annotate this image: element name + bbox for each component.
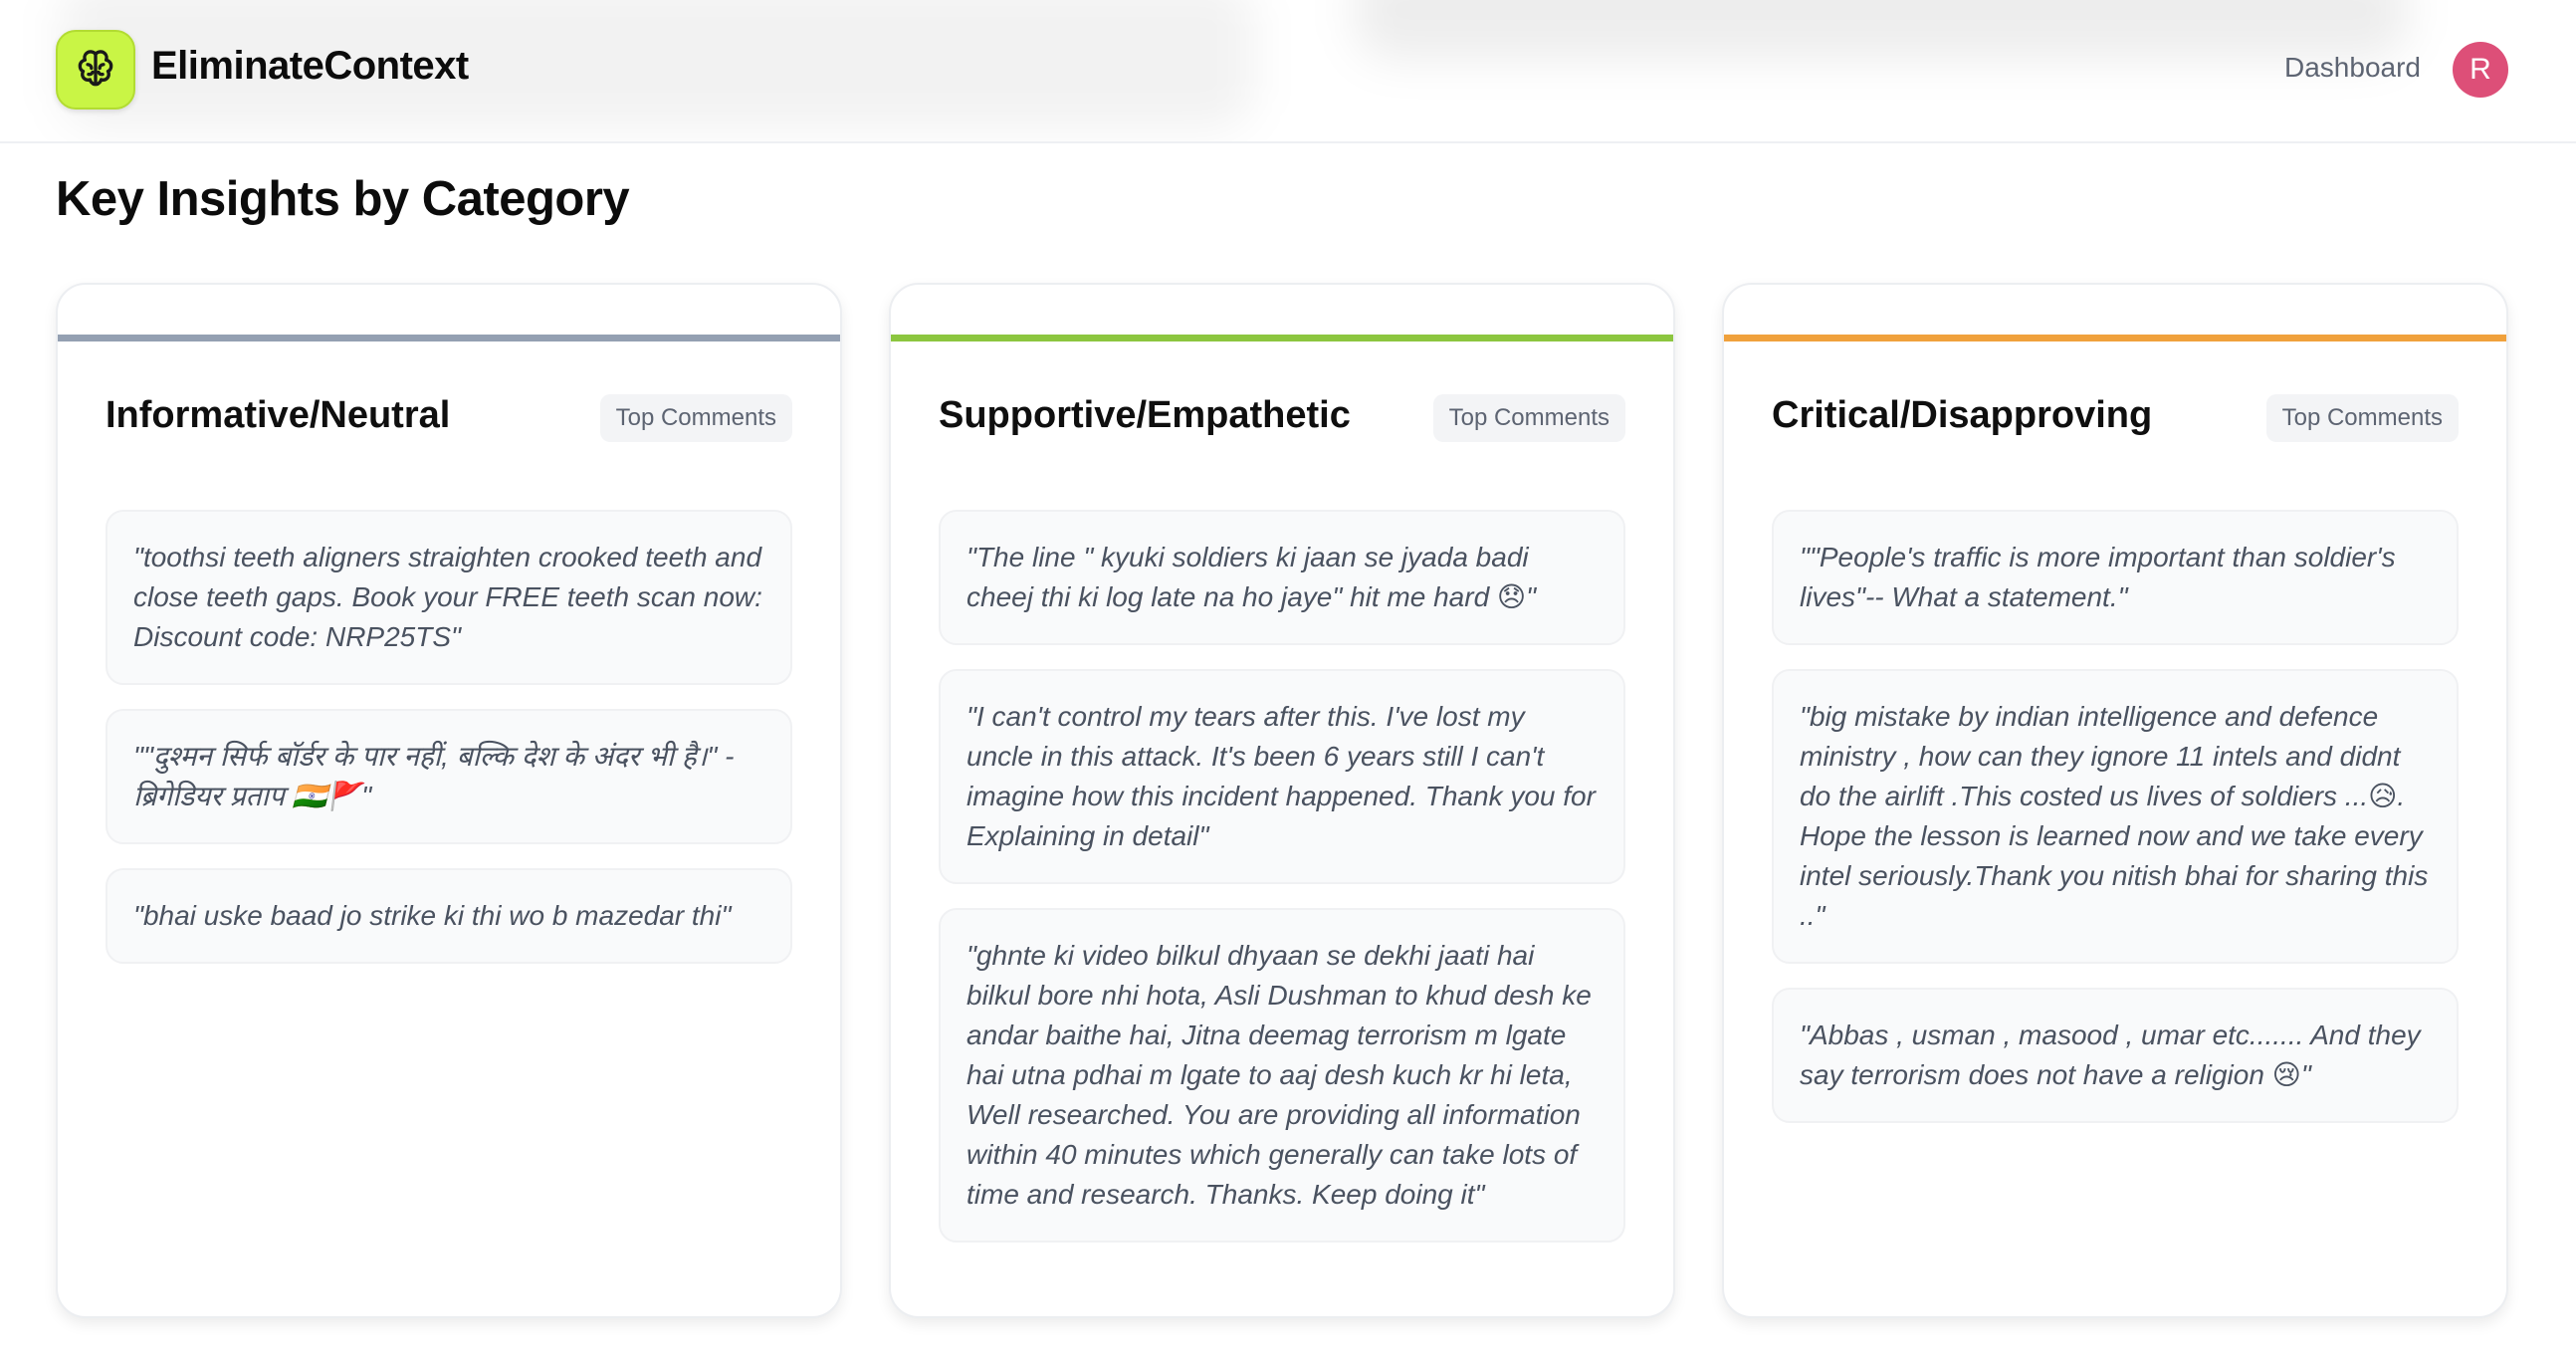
top-comments-badge: Top Comments	[599, 394, 792, 442]
comment-item: "The line " kyuki soldiers ki jaan se jy…	[939, 510, 1625, 645]
top-comments-badge: Top Comments	[2265, 394, 2459, 442]
brain-icon[interactable]	[56, 30, 135, 110]
card-accent-bar	[891, 335, 1673, 341]
category-title: Informative/Neutral	[106, 394, 451, 436]
category-card-supportive: Supportive/Empathetic Top Comments "The …	[889, 283, 1675, 1318]
category-title: Supportive/Empathetic	[939, 394, 1351, 436]
category-card-informative: Informative/Neutral Top Comments "tooths…	[56, 283, 842, 1318]
top-navbar: EliminateContext Dashboard R	[0, 0, 2576, 143]
card-accent-bar	[1724, 335, 2506, 341]
card-accent-bar	[58, 335, 840, 341]
comment-list: ""People's traffic is more important tha…	[1772, 510, 2459, 1123]
comment-item: "big mistake by indian intelligence and …	[1772, 669, 2459, 964]
comment-list: "toothsi teeth aligners straighten crook…	[106, 510, 792, 964]
page-title: Key Insights by Category	[56, 172, 630, 226]
nav-dashboard-link[interactable]: Dashboard	[2284, 52, 2421, 84]
category-card-critical: Critical/Disapproving Top Comments ""Peo…	[1722, 283, 2508, 1318]
comment-item: "Abbas , usman , masood , umar etc......…	[1772, 988, 2459, 1123]
category-title: Critical/Disapproving	[1772, 394, 2153, 436]
brand-name[interactable]: EliminateContext	[151, 44, 469, 89]
comment-item: "ghnte ki video bilkul dhyaan se dekhi j…	[939, 908, 1625, 1243]
blurred-background-element	[1354, 0, 2409, 60]
comment-item: "bhai uske baad jo strike ki thi wo b ma…	[106, 868, 792, 964]
user-avatar[interactable]: R	[2453, 42, 2508, 98]
comment-item: ""दुश्मन सिर्फ बॉर्डर के पार नहीं, बल्कि…	[106, 709, 792, 844]
top-comments-badge: Top Comments	[1432, 394, 1625, 442]
comment-list: "The line " kyuki soldiers ki jaan se jy…	[939, 510, 1625, 1243]
comment-item: ""People's traffic is more important tha…	[1772, 510, 2459, 645]
comment-item: "I can't control my tears after this. I'…	[939, 669, 1625, 884]
comment-item: "toothsi teeth aligners straighten crook…	[106, 510, 792, 685]
